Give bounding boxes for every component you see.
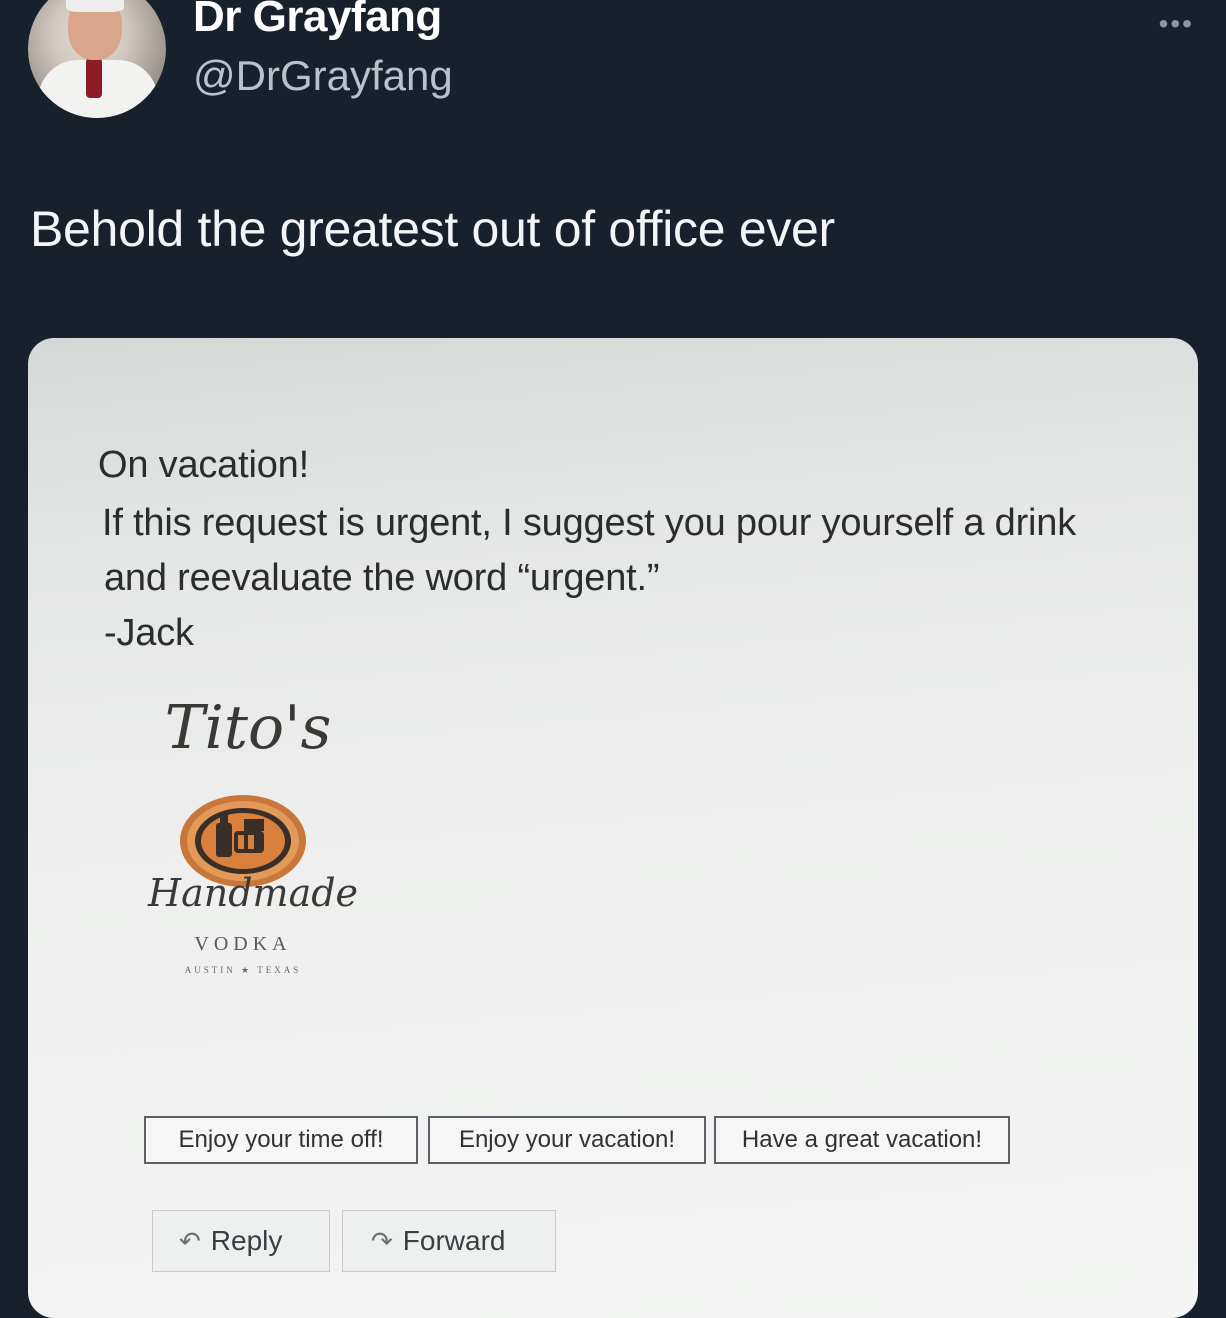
forward-icon: ↷ — [371, 1226, 393, 1256]
avatar-tie — [86, 58, 102, 98]
avatar[interactable] — [28, 0, 166, 118]
reply-label: Reply — [210, 1225, 283, 1256]
logo-brand-text: Tito's — [164, 693, 332, 763]
display-name[interactable]: Dr Grayfang — [193, 0, 442, 42]
logo-tagline: Handmade — [147, 871, 359, 915]
message-line: If this request is urgent, I suggest you… — [102, 502, 1077, 544]
reply-icon: ↶ — [179, 1226, 201, 1256]
forward-button[interactable]: ↷ Forward — [342, 1210, 556, 1272]
user-handle[interactable]: @DrGrayfang — [193, 52, 453, 100]
titos-logo: Tito's Handmade VODKA AUSTIN ★ TEXAS — [138, 693, 368, 975]
tweet-text: Behold the greatest out of office ever — [30, 201, 835, 257]
more-options-icon[interactable]: ••• — [1159, 8, 1194, 40]
forward-label: Forward — [402, 1225, 506, 1256]
suggested-reply-button[interactable]: Enjoy your time off! — [144, 1116, 418, 1164]
auto-reply-message: On vacation! If this request is urgent, … — [98, 438, 1076, 661]
logo-location: AUSTIN ★ TEXAS — [184, 965, 302, 975]
message-line: -Jack — [104, 612, 194, 654]
message-line: and reevaluate the word “urgent.” — [104, 557, 660, 599]
message-line: On vacation! — [98, 444, 309, 486]
suggested-reply-button[interactable]: Enjoy your vacation! — [428, 1116, 706, 1164]
logo-product: VODKA — [194, 933, 292, 955]
avatar-hair — [66, 0, 124, 12]
suggested-reply-button[interactable]: Have a great vacation! — [714, 1116, 1010, 1164]
attached-photo[interactable]: On vacation! If this request is urgent, … — [28, 338, 1198, 1318]
reply-button[interactable]: ↶ Reply — [152, 1210, 330, 1272]
